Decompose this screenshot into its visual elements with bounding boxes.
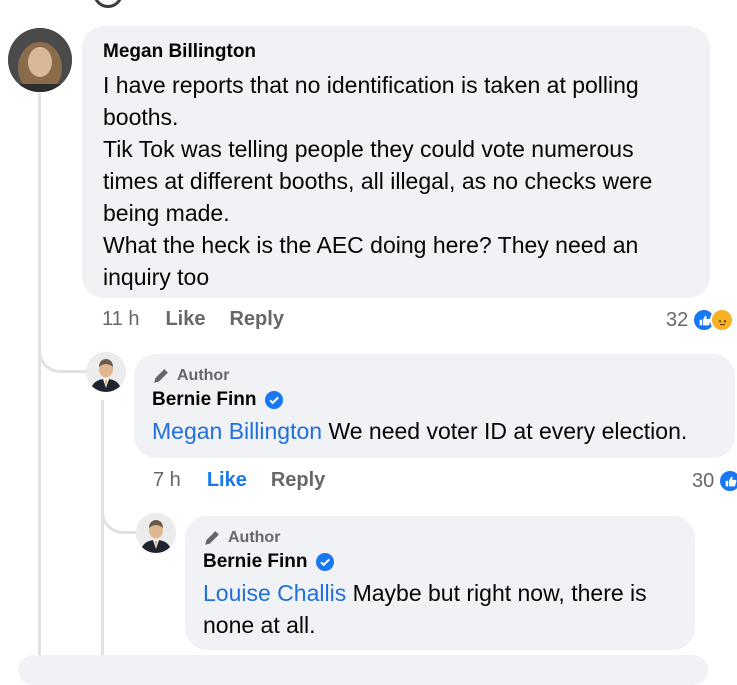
avatar-image (136, 513, 176, 553)
reaction-summary[interactable]: 32 (666, 308, 735, 332)
comment-author-row: Bernie Finn (203, 550, 677, 574)
comment-timestamp[interactable]: 11 h (102, 308, 139, 331)
comment-line: Louise Challis Maybe but right now, ther… (203, 577, 677, 609)
comment-line: times at different booths, all illegal, … (103, 168, 653, 194)
comment-line: being made. (103, 200, 230, 226)
thread-line-reply (101, 400, 104, 662)
comment-bubble-bernie-1: Author Bernie Finn Megan Billington We n… (134, 354, 735, 458)
previous-avatar-edge (93, 0, 123, 8)
comment-author-row: Bernie Finn (152, 388, 717, 412)
reply-button[interactable]: Reply (271, 469, 325, 492)
mention-link[interactable]: Louise Challis (203, 580, 346, 606)
avatar-image (8, 28, 72, 92)
comment-text: Megan Billington We need voter ID at eve… (152, 415, 717, 447)
reaction-count: 30 (692, 469, 715, 492)
comment-timestamp[interactable]: 7 h (153, 469, 181, 492)
pencil-icon (205, 531, 219, 545)
comment-actions: 7 h Like Reply (153, 469, 325, 492)
comment-text: Louise Challis Maybe but right now, ther… (203, 577, 677, 641)
author-badge-label: Author (177, 366, 230, 384)
comment-line: none at all. (203, 612, 316, 638)
like-reaction-icon (718, 469, 737, 493)
avatar-megan-billington[interactable] (8, 28, 72, 92)
comment-line: I have reports that no identification is… (103, 72, 639, 98)
author-badge: Author (203, 528, 677, 547)
pencil-icon (154, 369, 168, 383)
avatar-image (86, 352, 126, 392)
comment-author-name[interactable]: Bernie Finn (203, 550, 308, 574)
comment-author-name[interactable]: Bernie Finn (152, 388, 257, 412)
comment-actions: 11 h Like Reply (102, 308, 284, 331)
like-button[interactable]: Like (165, 308, 205, 331)
like-button[interactable]: Like (207, 469, 247, 492)
comment-line: inquiry too (103, 264, 210, 290)
reply-button[interactable]: Reply (229, 308, 283, 331)
avatar-bernie-finn[interactable] (86, 352, 126, 392)
verified-badge-icon (315, 553, 334, 571)
reaction-count: 32 (666, 308, 689, 331)
mention-link[interactable]: Megan Billington (152, 418, 322, 444)
thread-connector-reply-2 (101, 495, 140, 534)
thread-line-main (38, 92, 41, 662)
avatar-bernie-finn[interactable] (136, 513, 176, 553)
comment-author-name[interactable]: Megan Billington (103, 40, 690, 64)
comment-body: We need voter ID at every election. (322, 418, 688, 444)
author-badge-label: Author (228, 528, 281, 546)
comment-body: Maybe but right now, there is (346, 580, 647, 606)
write-comment-bar[interactable] (18, 655, 708, 685)
comment-line: What the heck is the AEC doing here? The… (103, 232, 639, 258)
comment-text: I have reports that no identification is… (103, 69, 690, 293)
angry-reaction-icon (710, 308, 735, 332)
reaction-summary[interactable]: 30 (692, 469, 737, 493)
comment-bubble-megan: Megan Billington I have reports that no … (82, 26, 710, 298)
comment-bubble-bernie-2: Author Bernie Finn Louise Challis Maybe … (185, 516, 695, 650)
author-badge: Author (152, 366, 717, 385)
thread-connector-reply-1 (38, 330, 89, 373)
comment-line: Tik Tok was telling people they could vo… (103, 136, 634, 162)
verified-badge-icon (264, 391, 283, 409)
comment-line: booths. (103, 104, 179, 130)
